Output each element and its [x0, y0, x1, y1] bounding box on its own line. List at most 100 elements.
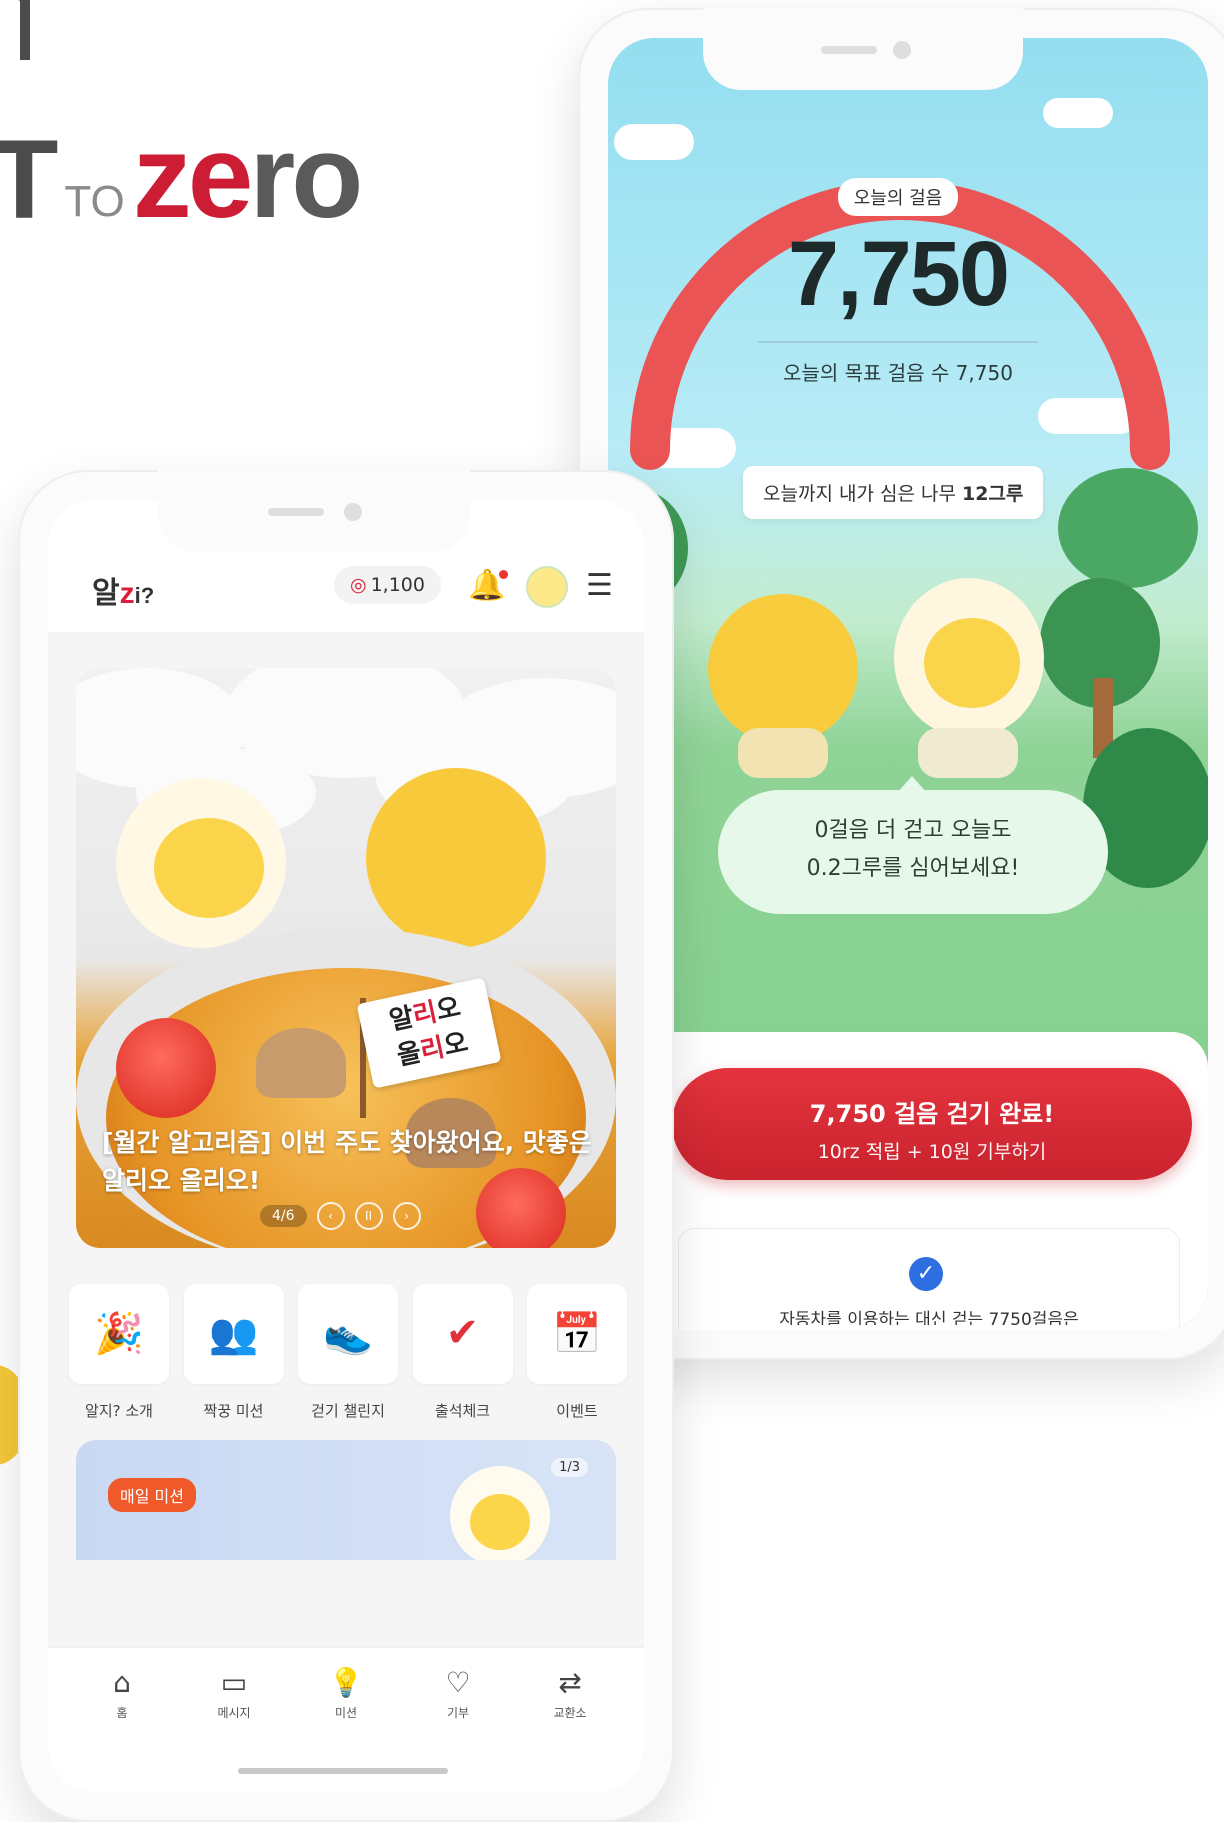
prev-icon[interactable]: ‹: [316, 1202, 345, 1230]
egg-yolk: [154, 818, 264, 918]
home-icon: ⌂: [113, 1666, 131, 1699]
phone-notch: [158, 470, 470, 552]
daily-mission-badge: 매일 미션: [108, 1478, 196, 1512]
avatar[interactable]: [526, 566, 568, 608]
impact-card: ✓ 자동차를 이용하는 대신 걷는 7750걸음은: [678, 1228, 1180, 1330]
phone-notch: [703, 8, 1023, 90]
banner-caption: [월간 알고리즘] 이번 주도 찾아왔어요, 맛좋은 알리오 올리오!: [102, 1128, 592, 1195]
quick-item-label: 출석체크: [434, 1402, 491, 1420]
camera: [344, 503, 362, 521]
tab-home[interactable]: ⌂ 홈: [82, 1666, 162, 1721]
goal-steps-text: 오늘의 목표 걸음 수 7,750: [783, 361, 1013, 385]
trees-planted-pill: 오늘까지 내가 심은 나무 12그루: [743, 466, 1044, 519]
quick-item-label: 짝꿍 미션: [203, 1402, 264, 1420]
quick-item-pair-mission[interactable]: 👥 짝꿍 미션: [183, 1284, 285, 1421]
mushroom: [256, 1028, 346, 1098]
coin-icon: ◎: [350, 574, 367, 596]
points-value: 1,100: [370, 574, 425, 596]
quick-item-label: 이벤트: [556, 1402, 598, 1420]
divider: [758, 341, 1038, 343]
tab-mission[interactable]: 💡 미션: [306, 1666, 386, 1721]
tomato: [116, 1018, 216, 1118]
yellow-character: [366, 768, 546, 948]
app-logo[interactable]: 알zi?: [92, 568, 154, 612]
tab-message[interactable]: ▭ 메시지: [194, 1666, 274, 1721]
points-balance[interactable]: ◎ 1,100: [334, 566, 441, 604]
exchange-icon: ⇄: [558, 1666, 582, 1699]
next-icon[interactable]: ›: [392, 1202, 421, 1230]
brand-logo: T TO ze ro: [0, 111, 363, 243]
home-content: 알리오 올리오 [월간 알고리즘] 이번 주도 찾아왔어요, 맛좋은 알리오 올…: [48, 632, 644, 1792]
tab-label: 미션: [334, 1706, 358, 1720]
logo-prefix: 알: [92, 577, 120, 610]
walking-screen: 오늘의 걸음 7,750 오늘의 목표 걸음 수 7,750 오늘까지 내가 심…: [608, 38, 1208, 1330]
phone-walking: 오늘의 걸음 7,750 오늘의 목표 걸음 수 7,750 오늘까지 내가 심…: [578, 8, 1224, 1360]
tab-label: 기부: [446, 1706, 470, 1720]
quick-item-event[interactable]: 📅 이벤트: [526, 1284, 628, 1421]
tab-list: ⌂ 홈 ▭ 메시지 💡 미션 ♡ 기부 ⇄ 교환소: [48, 1666, 644, 1721]
today-steps-label: 오늘의 걸음: [837, 178, 959, 216]
pause-icon[interactable]: II: [354, 1202, 383, 1230]
banner-page-count: 4/6: [260, 1205, 307, 1227]
people-icon: 👥: [208, 1311, 259, 1357]
logo-part-1: T: [0, 117, 58, 242]
character-legs: [738, 728, 828, 778]
logo-part-3: ze: [132, 111, 254, 243]
sneakers-icon: 👟: [323, 1311, 373, 1357]
logo-accent: z: [119, 577, 135, 610]
tree: [1058, 468, 1198, 588]
egg-yolk: [470, 1494, 530, 1550]
banner-pager: 4/6 ‹ II ›: [260, 1202, 421, 1230]
mission-page-indicator: 1/3: [551, 1458, 588, 1477]
quick-menu: 🎉 알지? 소개 👥 짝꿍 미션 👟 걷기 챌린지 ✔ 출석체크 📅 이벤트: [68, 1284, 628, 1421]
steps-summary: 오늘의 걸음 7,750 오늘의 목표 걸음 수 7,750: [663, 178, 1133, 386]
quick-item-label: 걷기 챌린지: [311, 1402, 385, 1420]
check-icon: ✔: [445, 1310, 480, 1356]
quick-item-box: ✔: [412, 1284, 513, 1384]
camera: [893, 41, 911, 59]
walk-complete-button[interactable]: 7,750 걸음 걷기 완료! 10rz 적립 + 10원 기부하기: [672, 1068, 1192, 1180]
logo-fragment: [0, 0, 30, 60]
home-indicator: [238, 1768, 448, 1774]
logo-part-4: ro: [249, 111, 363, 243]
today-steps-value: 7,750: [787, 223, 1010, 325]
hamburger-menu-icon[interactable]: ☰: [586, 568, 613, 603]
yellow-character: [708, 594, 858, 744]
check-badge-icon: ✓: [909, 1257, 943, 1291]
logo-suffix: i?: [134, 583, 155, 608]
phone-home: 알zi? ◎ 1,100 🔔 ☰ 알리오 올리오 [월간 알고리즘] 이번 주도…: [18, 470, 674, 1822]
character-legs: [918, 728, 1018, 778]
impact-text: 자동차를 이용하는 대신 걷는 7750걸음은: [779, 1310, 1079, 1325]
heart-icon: ♡: [445, 1666, 471, 1699]
quick-item-intro[interactable]: 🎉 알지? 소개: [68, 1284, 170, 1421]
complete-title: 7,750 걸음 걷기 완료!: [809, 1100, 1055, 1128]
flag-char: 오: [433, 992, 464, 1027]
trees-label: 오늘까지 내가 심은 나무: [763, 483, 962, 505]
trees-count: 12그루: [961, 483, 1024, 505]
encouragement-line-1: 0걸음 더 걷고 오늘도: [814, 818, 1012, 843]
notification-dot: [499, 570, 509, 579]
home-screen: 알zi? ◎ 1,100 🔔 ☰ 알리오 올리오 [월간 알고리즘] 이번 주도…: [48, 500, 644, 1792]
quick-item-attendance[interactable]: ✔ 출석체크: [412, 1284, 514, 1421]
quick-item-label: 알지? 소개: [85, 1402, 153, 1420]
egg-yolk: [924, 618, 1020, 708]
daily-mission-banner[interactable]: 매일 미션 1/3: [76, 1440, 616, 1560]
tab-label: 메시지: [217, 1706, 251, 1720]
quick-item-box: 🎉: [69, 1284, 169, 1384]
lightbulb-icon: 💡: [328, 1666, 364, 1699]
party-popper-icon: 🎉: [94, 1311, 144, 1357]
message-icon: ▭: [220, 1666, 248, 1699]
tab-label: 교환소: [553, 1706, 587, 1720]
calendar-icon: 📅: [552, 1311, 602, 1357]
quick-item-walk-challenge[interactable]: 👟 걷기 챌린지: [297, 1284, 399, 1421]
tab-exchange[interactable]: ⇄ 교환소: [530, 1666, 610, 1721]
egg-character: [450, 1466, 550, 1560]
quick-item-box: 👥: [183, 1284, 284, 1384]
promo-banner[interactable]: 알리오 올리오 [월간 알고리즘] 이번 주도 찾아왔어요, 맛좋은 알리오 올…: [76, 668, 616, 1248]
speaker: [821, 46, 877, 54]
speaker: [268, 508, 324, 516]
tab-donate[interactable]: ♡ 기부: [418, 1666, 498, 1721]
tab-label: 홈: [116, 1706, 128, 1720]
cloud: [1043, 98, 1113, 128]
bell-icon[interactable]: 🔔: [468, 568, 509, 603]
